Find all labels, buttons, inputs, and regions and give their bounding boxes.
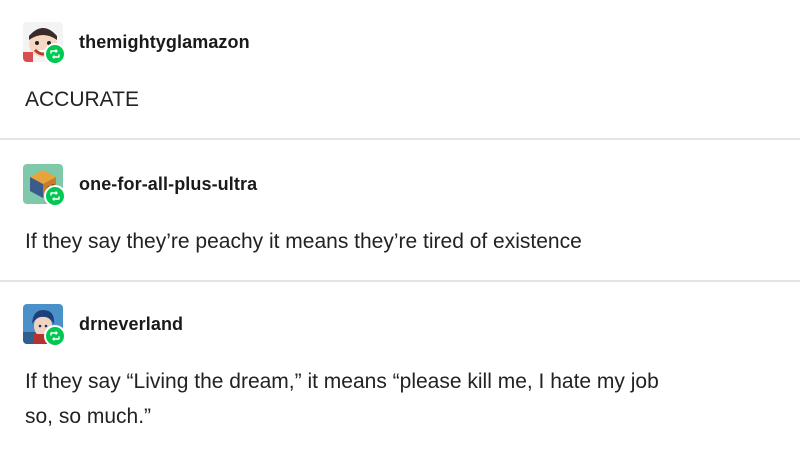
post-header: themightyglamazon xyxy=(23,22,250,65)
reblog-icon xyxy=(44,43,66,65)
username[interactable]: one-for-all-plus-ultra xyxy=(79,174,257,195)
post-text: If they say “Living the dream,” it means… xyxy=(25,366,659,432)
avatar[interactable] xyxy=(23,304,66,347)
post-text: ACCURATE xyxy=(25,88,139,111)
post-text-line: so, so much.” xyxy=(25,405,152,428)
post-3: drneverland If they say “Living the drea… xyxy=(0,282,800,457)
post-1: themightyglamazon ACCURATE xyxy=(0,0,800,138)
post-text: If they say they’re peachy it means they… xyxy=(25,230,582,253)
reblog-icon xyxy=(44,325,66,347)
post-header: drneverland xyxy=(23,304,183,347)
post-header: one-for-all-plus-ultra xyxy=(23,164,257,207)
reblog-icon xyxy=(44,185,66,207)
post-text-line: If they say “Living the dream,” it means… xyxy=(25,370,659,393)
username[interactable]: themightyglamazon xyxy=(79,32,250,53)
avatar[interactable] xyxy=(23,164,66,207)
username[interactable]: drneverland xyxy=(79,314,183,335)
avatar[interactable] xyxy=(23,22,66,65)
post-2: one-for-all-plus-ultra If they say they’… xyxy=(0,140,800,280)
